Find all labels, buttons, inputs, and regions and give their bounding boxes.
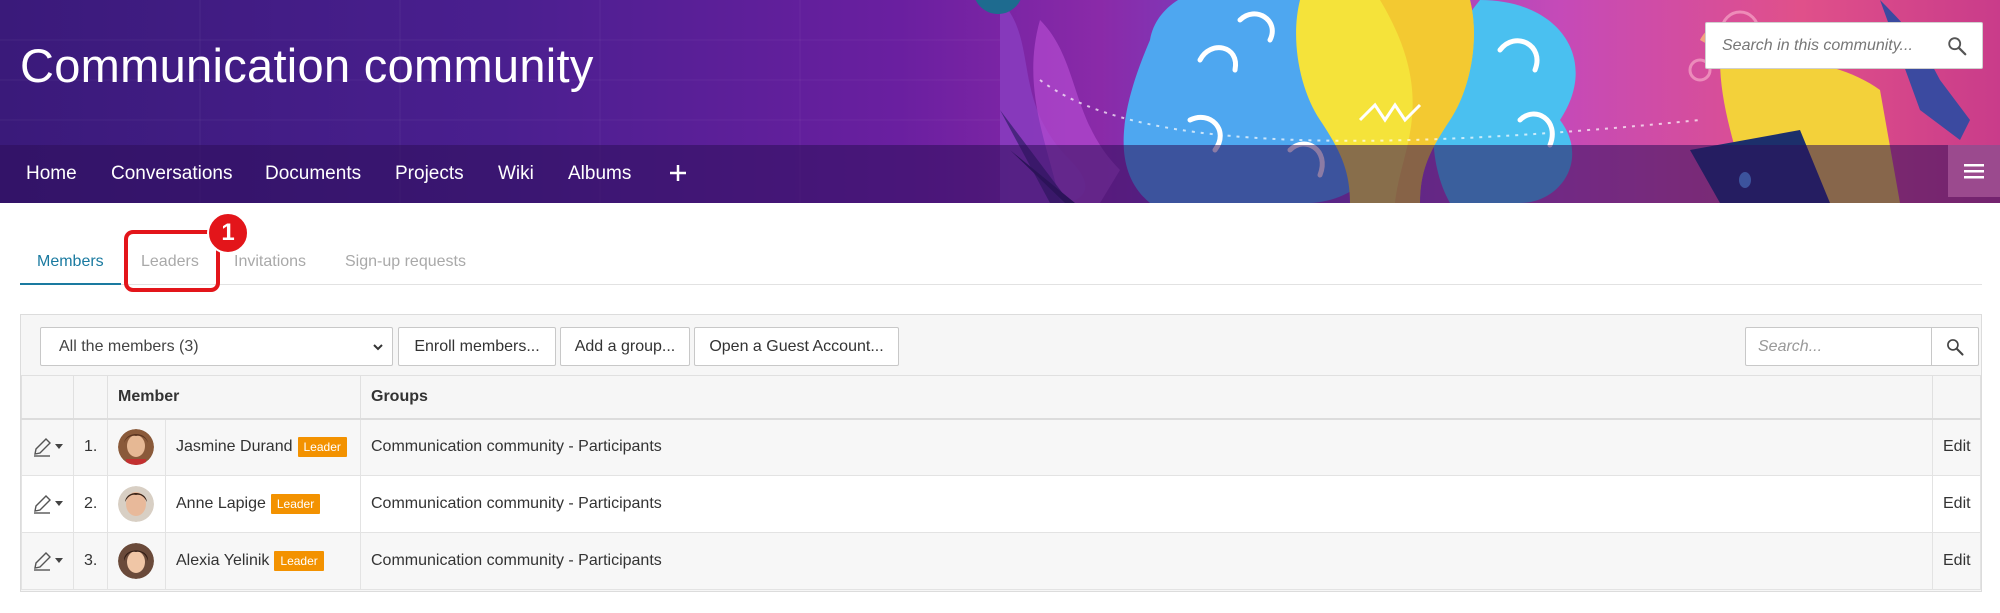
header-actions [21,375,74,420]
row-actions-menu[interactable] [21,475,74,533]
row-number: 1. [73,418,108,476]
annotation-step-badge: 1 [207,212,249,254]
add-group-button[interactable]: Add a group... [560,327,690,366]
header-groups: Groups [360,375,1933,420]
header-member: Member [107,375,361,420]
header-edit [1932,375,1981,420]
hamburger-icon [1964,164,1984,179]
pencil-icon [34,552,51,571]
members-search-box[interactable] [1745,327,1932,366]
edit-link[interactable]: Edit [1943,495,1971,512]
nav-conversations[interactable]: Conversations [111,145,232,203]
nav-albums[interactable]: Albums [568,145,631,203]
pencil-icon [34,438,51,457]
pencil-icon [34,495,51,514]
member-filter-value: All the members (3) [59,338,199,355]
avatar[interactable] [118,543,154,579]
members-search-input[interactable] [1758,338,1928,356]
nav-home[interactable]: Home [26,145,77,203]
tab-members[interactable]: Members [20,238,121,285]
annotation-highlight-box [124,230,220,292]
table-row: 2. Anne Lapige Leader Communication commu… [21,475,1981,533]
avatar-cell [107,418,166,476]
row-actions-menu[interactable] [21,418,74,476]
nav-projects[interactable]: Projects [395,145,464,203]
member-name-cell: Anne Lapige Leader [165,475,361,533]
community-title: Communication community [20,39,594,92]
community-search-input[interactable] [1722,36,1952,55]
edit-link[interactable]: Edit [1943,552,1971,569]
table-row: 3. Alexia Yelinik Leader Communication co… [21,532,1981,590]
table-header-row: Member Groups [21,375,1981,420]
row-number: 2. [73,475,108,533]
add-plus-icon[interactable] [664,159,692,187]
leader-badge: Leader [270,494,321,514]
leader-badge: Leader [297,437,347,458]
member-group: Communication community - Participants [360,532,1933,590]
menu-button[interactable] [1948,145,2000,197]
edit-link-cell: Edit [1932,532,1981,590]
caret-down-icon [55,558,63,563]
members-toolbar: All the members (3) Enroll members... Ad… [21,315,1981,375]
header-number [73,375,108,420]
edit-link-cell: Edit [1932,475,1981,533]
members-table: Member Groups 1. Jasmine Durand Leader C… [21,375,1981,590]
members-tabs: Members Leaders Invitations Sign-up requ… [20,238,1982,285]
member-filter-select[interactable]: All the members (3) [40,327,393,366]
member-group: Communication community - Participants [360,475,1933,533]
nav-wiki[interactable]: Wiki [498,145,534,203]
table-row: 1. Jasmine Durand Leader Communication co… [21,418,1981,476]
avatar-cell [107,532,166,590]
community-nav-bar: Home Conversations Documents Projects Wi… [0,145,2000,203]
caret-down-icon [55,501,63,506]
enroll-members-button[interactable]: Enroll members... [398,327,556,366]
member-group: Communication community - Participants [360,418,1933,476]
member-name[interactable]: Jasmine Durand [176,438,293,455]
avatar-cell [107,475,166,533]
avatar[interactable] [118,486,154,522]
members-panel: All the members (3) Enroll members... Ad… [20,314,1982,592]
edit-link[interactable]: Edit [1943,438,1971,455]
member-name[interactable]: Anne Lapige [176,495,266,512]
chevron-down-icon [373,344,383,351]
caret-down-icon [55,444,63,450]
community-banner: Communication community Home Conversatio… [0,0,2000,203]
search-icon [1947,338,1964,356]
member-name-cell: Alexia Yelinik Leader [165,532,361,590]
leader-badge: Leader [274,551,324,571]
avatar[interactable] [118,429,154,466]
edit-link-cell: Edit [1932,418,1981,476]
community-search-box[interactable] [1705,22,1983,69]
members-search-button[interactable] [1931,327,1979,366]
search-icon[interactable] [1946,35,1968,57]
nav-documents[interactable]: Documents [265,145,361,203]
tab-sign-up-requests[interactable]: Sign-up requests [345,238,466,285]
open-guest-account-button[interactable]: Open a Guest Account... [694,327,899,366]
row-number: 3. [73,532,108,590]
member-name[interactable]: Alexia Yelinik [176,552,269,569]
row-actions-menu[interactable] [21,532,74,590]
member-name-cell: Jasmine Durand Leader [165,418,361,476]
